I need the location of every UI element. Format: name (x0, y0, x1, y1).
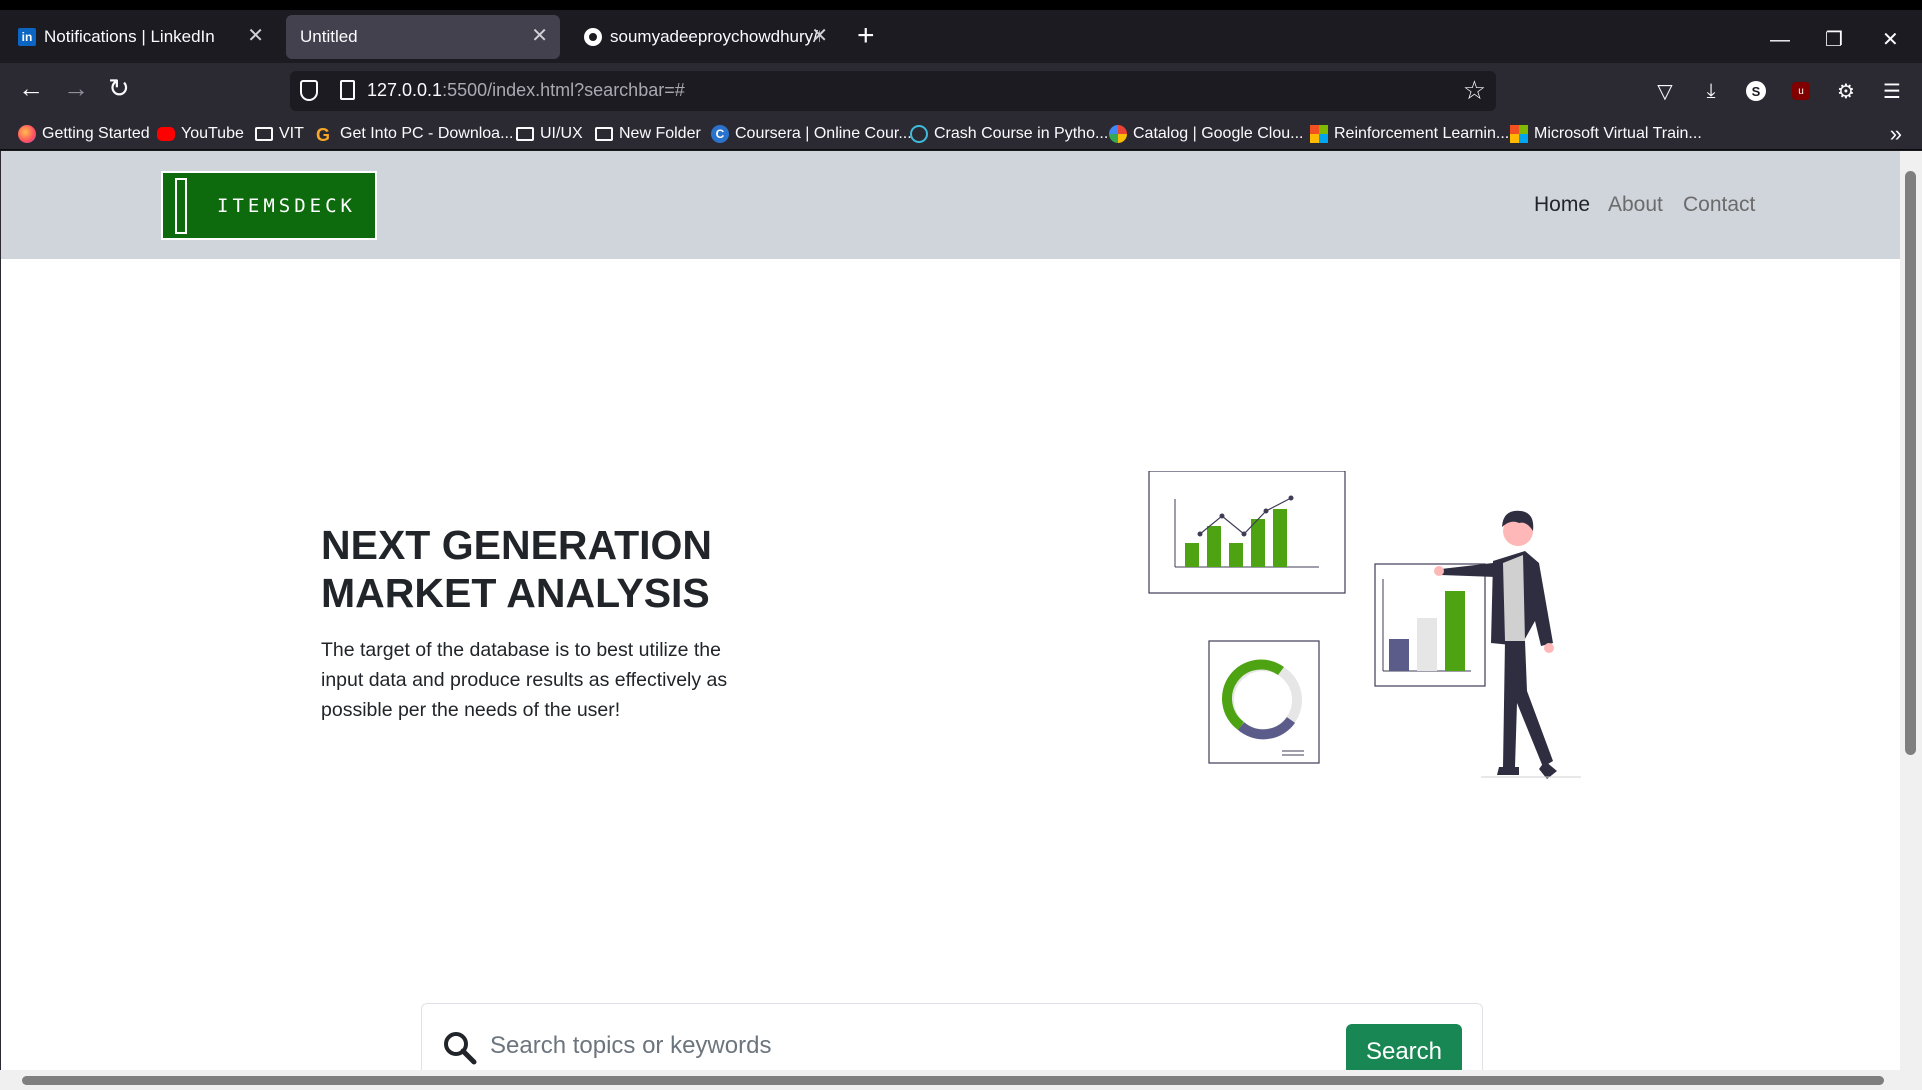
tab-bar: in Notifications | LinkedIn ✕ Untitled ✕… (0, 0, 1922, 63)
logo-mark (175, 177, 187, 234)
bookmark-microsoft[interactable]: Microsoft Virtual Train... (1510, 123, 1702, 145)
page-viewport: ITEMSDECK Home About Contact NEXT GENERA… (0, 151, 1900, 1070)
nav-about[interactable]: About (1608, 193, 1663, 217)
bookmark-coursera[interactable]: C Coursera | Online Cour... (711, 123, 912, 145)
back-icon[interactable]: ← (18, 75, 44, 101)
chart-bar (1273, 509, 1287, 567)
download-icon[interactable]: ⤓ (1699, 79, 1723, 103)
hero-title-line: NEXT GENERATION (321, 522, 713, 568)
bookmark-label: YouTube (181, 125, 244, 142)
google-cloud-icon (1109, 125, 1127, 143)
forward-icon[interactable]: → (63, 75, 89, 101)
tab-title: soumyadeeproychowdhury/Item (610, 27, 820, 46)
tab-linkedin[interactable]: in Notifications | LinkedIn ✕ (4, 15, 276, 59)
search-card: Search (421, 1003, 1483, 1070)
url-bar[interactable]: 127.0.0.1:5500/index.html?searchbar=# ☆ (290, 71, 1496, 111)
chart-bar (1229, 543, 1243, 567)
firefox-icon (18, 125, 36, 143)
bookmark-label: New Folder (619, 125, 701, 142)
github-icon (584, 28, 602, 46)
chevron-more-icon[interactable]: » (1890, 121, 1902, 147)
close-icon[interactable]: ✕ (247, 26, 264, 46)
chart-bar (1207, 526, 1221, 567)
market-analysis-illustration (1148, 471, 1581, 779)
bookmark-google-cloud[interactable]: Catalog | Google Clou... (1109, 123, 1303, 145)
hero-title: NEXT GENERATION MARKET ANALYSIS (321, 521, 841, 617)
bookmark-getintopc[interactable]: G Get Into PC - Downloa... (316, 123, 513, 145)
folder-icon (516, 127, 534, 141)
chart-bar (1417, 618, 1437, 671)
page-icon[interactable] (340, 80, 355, 100)
bookmark-getting-started[interactable]: Getting Started (18, 123, 150, 145)
scrollbar-thumb[interactable] (22, 1076, 1884, 1085)
chart-bar (1185, 543, 1199, 567)
url-text[interactable]: 127.0.0.1:5500/index.html?searchbar=# (367, 80, 685, 101)
bookmark-new-folder[interactable]: New Folder (595, 123, 701, 145)
tab-github[interactable]: soumyadeeproychowdhury/Item ✕ (570, 15, 840, 59)
extension-s-icon[interactable]: S (1744, 79, 1768, 103)
microsoft-icon (1510, 125, 1528, 143)
nav-home[interactable]: Home (1534, 193, 1590, 217)
tab-title: Untitled (300, 27, 358, 46)
bookmark-label: Crash Course in Pytho... (934, 125, 1109, 142)
linkedin-icon: in (18, 28, 36, 46)
tab-title: Notifications | LinkedIn (44, 27, 215, 46)
restore-icon[interactable]: ❐ (1825, 30, 1843, 50)
bookmark-youtube[interactable]: YouTube (157, 123, 244, 145)
tab-untitled[interactable]: Untitled ✕ (286, 15, 560, 59)
bookmark-label: UI/UX (540, 125, 583, 142)
reload-icon[interactable]: ↻ (108, 75, 130, 101)
chart-bar (1445, 591, 1465, 671)
youtube-icon (157, 127, 175, 141)
bookmark-label: Getting Started (42, 125, 150, 142)
coursera-icon: C (711, 125, 729, 143)
hero-title-line: MARKET ANALYSIS (321, 570, 710, 616)
search-icon (444, 1032, 477, 1065)
extension-icon[interactable]: ⚙ (1834, 79, 1858, 103)
getintopc-icon: G (316, 125, 331, 145)
microsoft-icon (1310, 125, 1328, 143)
new-tab-icon[interactable]: + (857, 21, 875, 51)
bookmark-label: VIT (279, 125, 304, 142)
minimize-icon[interactable]: — (1770, 30, 1790, 50)
bookmark-label: Catalog | Google Clou... (1133, 125, 1304, 142)
bookmark-label: Microsoft Virtual Train... (1534, 125, 1702, 142)
bookmark-label: Coursera | Online Cour... (735, 125, 912, 142)
close-icon[interactable]: ✕ (531, 26, 548, 46)
bookmark-python[interactable]: Crash Course in Pytho... (910, 123, 1108, 145)
scrollbar-thumb[interactable] (1905, 171, 1916, 755)
chart-bar (1251, 519, 1265, 567)
window-close-icon[interactable]: ✕ (1882, 30, 1899, 50)
vertical-scrollbar[interactable] (1900, 151, 1922, 1070)
search-input[interactable] (490, 1026, 1340, 1066)
folder-icon (255, 127, 273, 141)
bookmarks-bar: Getting Started YouTube VIT G Get Into PC… (0, 118, 1922, 150)
logo-text: ITEMSDECK (217, 194, 356, 217)
bookmark-label: Get Into PC - Downloa... (340, 125, 514, 142)
ublock-icon[interactable]: u (1789, 79, 1813, 103)
bookmark-star-icon[interactable]: ☆ (1463, 75, 1486, 106)
nav-contact[interactable]: Contact (1683, 193, 1755, 217)
site-logo[interactable]: ITEMSDECK (161, 171, 377, 240)
horizontal-scrollbar[interactable] (0, 1070, 1922, 1090)
shield-icon[interactable] (300, 80, 318, 101)
python-icon (910, 125, 928, 143)
hero-description: The target of the database is to best ut… (321, 639, 728, 721)
search-button[interactable]: Search (1346, 1024, 1462, 1070)
chart-bar (1389, 639, 1409, 671)
menu-icon[interactable]: ☰ (1880, 79, 1904, 103)
pocket-icon[interactable]: ▽ (1653, 79, 1677, 103)
navigation-toolbar: ← → ↻ 127.0.0.1:5500/index.html?searchba… (0, 63, 1922, 118)
bar-chart-card (1148, 471, 1346, 594)
bookmark-reinforcement[interactable]: Reinforcement Learnin... (1310, 123, 1509, 145)
site-header: ITEMSDECK Home About Contact (1, 151, 1900, 259)
bookmark-uiux[interactable]: UI/UX (516, 123, 583, 145)
close-icon[interactable]: ✕ (811, 26, 828, 46)
bookmark-label: Reinforcement Learnin... (1334, 125, 1510, 142)
bookmark-vit[interactable]: VIT (255, 123, 304, 145)
folder-icon (595, 127, 613, 141)
